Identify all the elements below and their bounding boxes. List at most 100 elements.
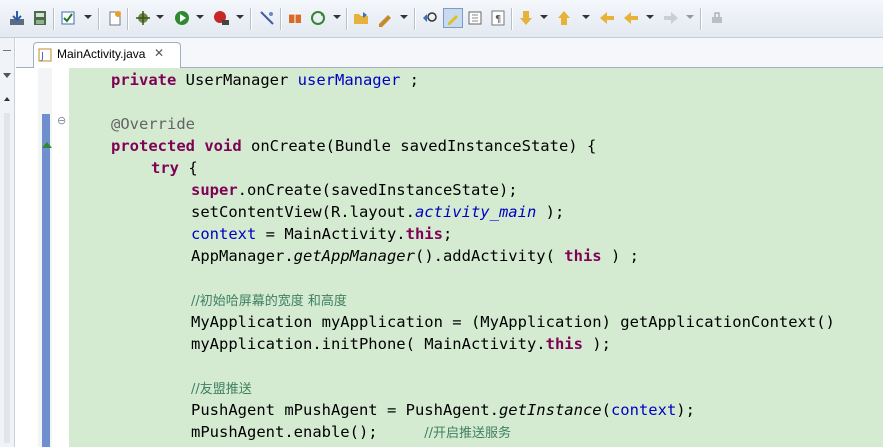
fold-toggle-icon[interactable]: ⊖ <box>57 114 66 127</box>
open-folder-icon[interactable] <box>352 9 370 27</box>
keyword: this <box>564 247 602 265</box>
code-text: myApplication.initPhone( MainActivity. <box>191 335 546 353</box>
paragraph-icon[interactable]: ¶ <box>489 9 507 27</box>
back-dropdown[interactable] <box>646 15 654 19</box>
code-line: context = MainActivity.this; <box>191 223 452 245</box>
up-icon[interactable] <box>556 9 574 27</box>
field-name: userManager <box>297 71 401 89</box>
skip-icon[interactable] <box>258 9 276 27</box>
toolbar-separator <box>53 8 55 30</box>
static-method: getAppManager <box>293 247 415 265</box>
code-line: protected void onCreate(Bundle savedInst… <box>111 135 596 157</box>
field-name: context <box>610 401 677 419</box>
code-text: ); <box>676 401 695 419</box>
code-text: ) ; <box>601 247 639 265</box>
back-icon[interactable] <box>598 9 616 27</box>
change-marker-arrow <box>42 142 52 148</box>
toolbar-separator <box>98 8 100 30</box>
external-tools-dropdown[interactable] <box>236 15 244 19</box>
toolbar-separator <box>700 8 702 30</box>
code-line: mPushAgent.enable(); //开启推送服务 <box>191 421 511 443</box>
run-icon[interactable] <box>173 9 191 27</box>
code-text: ); <box>582 335 611 353</box>
code-text: onCreate(Bundle savedInstanceState) { <box>241 137 597 155</box>
close-icon[interactable]: ✕ <box>154 46 164 60</box>
download-icon[interactable] <box>8 9 26 27</box>
pin-icon[interactable] <box>708 9 726 27</box>
field-name: context <box>191 225 257 243</box>
checkbox-dropdown[interactable] <box>84 15 92 19</box>
down-icon[interactable] <box>518 9 536 27</box>
toolbar-separator <box>414 8 416 30</box>
code-line: MyApplication myApplication = (MyApplica… <box>191 313 835 331</box>
static-field: activity_main <box>414 203 537 221</box>
editor-tab-bar: J MainActivity.java ✕ <box>16 38 883 68</box>
keyword: void <box>204 137 242 155</box>
code-text: mPushAgent.enable(); <box>191 423 425 441</box>
code-line: AppManager.getAppManager().addActivity( … <box>191 245 639 267</box>
static-method: getInstance <box>498 401 602 419</box>
pen-dropdown[interactable] <box>400 15 408 19</box>
new-icon[interactable] <box>106 9 124 27</box>
debug-icon[interactable] <box>134 9 152 27</box>
code-line: //初始哈屏幕的宽度 和高度 <box>191 289 347 311</box>
code-text: ; <box>400 71 419 89</box>
code-text: ); <box>536 203 565 221</box>
svg-text:¶: ¶ <box>495 14 501 25</box>
code-text: PushAgent mPushAgent = PushAgent. <box>191 401 499 419</box>
code-text: setContentView(R.layout. <box>191 203 415 221</box>
comment: //友盟推送 <box>191 382 252 397</box>
debug-dropdown[interactable] <box>156 15 164 19</box>
back-icon[interactable] <box>622 9 640 27</box>
checkbox-icon[interactable] <box>60 9 78 27</box>
code-line: myApplication.initPhone( MainActivity.th… <box>191 333 611 355</box>
code-editor[interactable]: ⊖ private UserManager userManager ; @Ove… <box>16 68 883 447</box>
toolbar-separator <box>346 8 348 30</box>
code-text: ().addActivity( <box>414 247 565 265</box>
change-marker <box>42 114 50 447</box>
code-line: setContentView(R.layout.activity_main ); <box>191 201 564 223</box>
keyword: try <box>151 159 179 177</box>
code-text: ; <box>442 225 453 243</box>
save-icon[interactable] <box>31 9 49 27</box>
external-tools-icon[interactable] <box>212 9 230 27</box>
code-text: AppManager. <box>191 247 294 265</box>
up-dropdown[interactable] <box>582 15 590 19</box>
code-line: private UserManager userManager ; <box>111 69 419 91</box>
highlight-icon[interactable] <box>443 8 463 28</box>
code-area[interactable]: private UserManager userManager ; @Overr… <box>69 68 883 447</box>
code-text: UserManager <box>176 71 298 89</box>
scroll-track[interactable] <box>4 113 10 443</box>
tab-mainactivity[interactable]: J MainActivity.java ✕ <box>33 42 181 68</box>
keyword: this <box>545 335 583 353</box>
grid-icon[interactable] <box>466 9 484 27</box>
forward-icon[interactable] <box>662 9 680 27</box>
code-text: ( <box>601 401 611 419</box>
toolbar-separator <box>511 8 513 30</box>
pen-icon[interactable] <box>376 9 394 27</box>
keyword: super <box>191 181 238 199</box>
code-line: try { <box>151 157 198 179</box>
scroll-up-arrow[interactable] <box>4 97 10 101</box>
comment: //开启推送服务 <box>424 426 512 441</box>
keyword: this <box>405 225 443 243</box>
forward-dropdown[interactable] <box>686 15 694 19</box>
code-line: super.onCreate(savedInstanceState); <box>191 179 518 201</box>
code-text: = MainActivity. <box>256 225 406 243</box>
build-icon[interactable] <box>286 9 304 27</box>
run-dropdown[interactable] <box>196 15 204 19</box>
toolbar: ¶ <box>0 0 883 38</box>
toolbar-separator <box>250 8 252 30</box>
keyword: private <box>111 71 177 89</box>
search-icon[interactable] <box>421 9 439 27</box>
keyword: protected <box>111 137 195 155</box>
down-dropdown[interactable] <box>540 15 548 19</box>
refresh-icon[interactable] <box>309 9 327 27</box>
comment: //初始哈屏幕的宽度 和高度 <box>191 294 347 309</box>
java-file-icon: J <box>38 48 52 62</box>
refresh-dropdown[interactable] <box>333 15 341 19</box>
toolbar-separator <box>280 8 282 30</box>
left-panel-strip <box>0 38 15 447</box>
collapse-arrow[interactable] <box>3 73 11 78</box>
